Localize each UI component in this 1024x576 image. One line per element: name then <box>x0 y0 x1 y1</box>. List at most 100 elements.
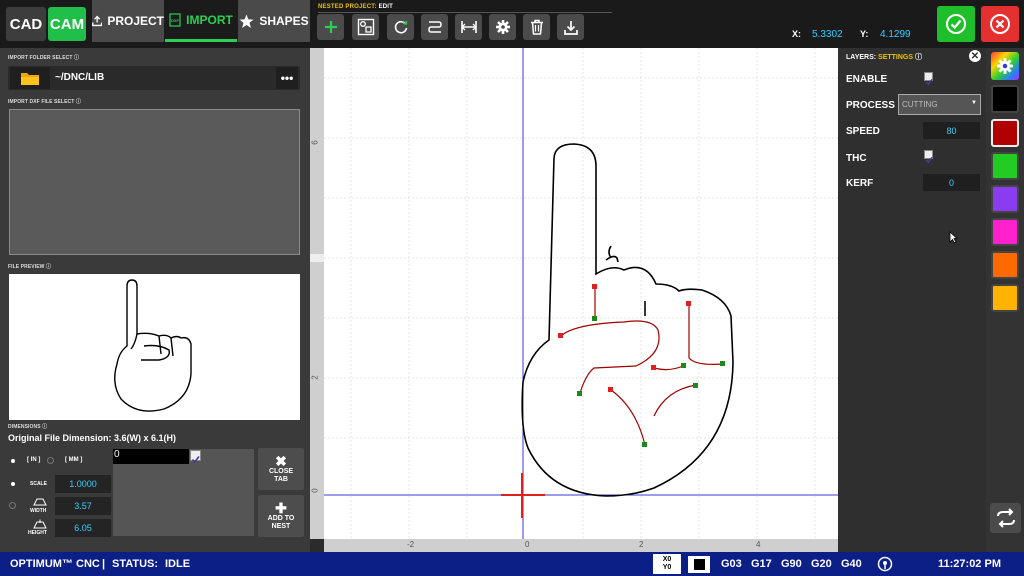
thc-label: THC <box>846 153 867 164</box>
kerf-label: KERF <box>846 178 874 189</box>
hand-preview-graphic <box>114 279 192 412</box>
checkmark-icon <box>191 456 200 464</box>
thc-checkbox[interactable] <box>924 150 933 164</box>
close-tab-button[interactable]: ✖ CLOSE TAB <box>258 448 304 490</box>
settings-label: SETTINGS <box>878 54 914 61</box>
horizontal-ruler: -2 0 2 4 <box>324 539 838 552</box>
layer-swatch-black[interactable] <box>991 85 1019 113</box>
checkmark-icon <box>925 78 933 86</box>
layer-swatch-green[interactable] <box>991 152 1019 180</box>
y-tick-label: 2 <box>310 375 320 380</box>
canvas-grid <box>324 48 838 539</box>
close-settings-button[interactable]: ✕ <box>969 50 981 62</box>
cad-mode-button[interactable]: CAD <box>6 7 46 41</box>
speed-input[interactable]: 80 <box>923 122 980 139</box>
add-to-nest-label-1: ADD TO <box>267 515 295 522</box>
status-separator: | <box>102 558 106 570</box>
tab-shapes-label: SHAPES <box>259 14 309 28</box>
gear-icon <box>495 20 510 34</box>
process-select[interactable]: CUTTING ▼ <box>898 94 981 115</box>
file-preview <box>9 274 300 420</box>
top-toolbar: CAD CAM PROJECT DXF IMPORT SHAPES NESTED… <box>0 0 1024 48</box>
dxf-file-list[interactable] <box>9 109 300 255</box>
layer-settings-panel: LAYERS: SETTINGS ⓘ ✕ ENABLE PROCESS CUTT… <box>838 48 986 552</box>
layer-swatch-yellow[interactable] <box>991 284 1019 312</box>
confirm-button[interactable] <box>937 6 975 42</box>
nest-layout-button[interactable] <box>352 14 379 40</box>
tab-shapes[interactable]: SHAPES <box>238 0 310 42</box>
unit-in-radio[interactable] <box>11 459 15 463</box>
layer-swatch-pink[interactable] <box>991 218 1019 246</box>
layer-swatch-orange[interactable] <box>991 251 1019 279</box>
close-circle-icon <box>990 14 1010 34</box>
status-bar: OPTIMUM™ CNC | STATUS: IDLE X0 Y0 G03 G17… <box>0 552 1024 576</box>
xy-zero-button[interactable]: X0 Y0 <box>653 554 681 574</box>
file-preview-label: FILE PREVIEW ⓘ <box>8 264 52 270</box>
close-icon: ✖ <box>275 453 287 469</box>
stop-button[interactable] <box>688 556 710 573</box>
original-dimension: Original File Dimension: 3.6(W) x 6.1(H) <box>8 433 177 443</box>
cancel-button[interactable] <box>981 6 1019 42</box>
rotate-button[interactable] <box>387 14 414 40</box>
delete-button[interactable] <box>523 14 550 40</box>
swap-button[interactable] <box>990 503 1021 533</box>
clock-time: 11:27:02 PM <box>938 558 1001 570</box>
layer-swatch-purple[interactable] <box>991 185 1019 213</box>
stop-square-icon <box>693 559 705 570</box>
size-radio[interactable] <box>9 502 16 509</box>
width-input[interactable]: 3.57 <box>55 497 111 515</box>
dxf-file-icon: DXF <box>169 12 181 27</box>
enable-checkbox[interactable] <box>924 72 933 86</box>
spacing-button[interactable] <box>455 14 482 40</box>
scale-input[interactable]: 1.0000 <box>55 475 111 493</box>
process-value: CUTTING <box>902 100 938 109</box>
width-label: WIDTH <box>30 508 47 514</box>
tab-import[interactable]: DXF IMPORT <box>165 0 237 42</box>
unit-mm-label: [ MM ] <box>65 457 83 463</box>
layer-color-column <box>986 48 1024 552</box>
option-checkbox[interactable] <box>190 450 201 464</box>
plus-icon: ✚ <box>275 500 287 516</box>
add-part-button[interactable] <box>317 14 344 40</box>
cam-mode-button[interactable]: CAM <box>48 7 86 41</box>
file-preview-label-text: FILE PREVIEW <box>8 264 45 270</box>
settings-button[interactable] <box>489 14 516 40</box>
scale-radio[interactable] <box>11 482 15 486</box>
folder-button[interactable] <box>10 67 50 89</box>
drawing-canvas[interactable] <box>324 48 838 539</box>
dimensions-label: DIMENSIONS ⓘ <box>8 424 48 430</box>
browse-more-button[interactable]: ••• <box>276 67 298 89</box>
enable-label: ENABLE <box>846 74 888 85</box>
x-tick-label: 0 <box>525 540 530 549</box>
x-tick-label: 4 <box>756 540 761 549</box>
layer-swatch-red[interactable] <box>991 119 1019 147</box>
gear-icon <box>997 58 1013 74</box>
location-pin-icon <box>877 556 893 572</box>
height-icon <box>33 519 47 529</box>
kerf-input[interactable]: 0 <box>923 174 980 191</box>
x-tick-label: 2 <box>639 540 644 549</box>
svg-text:DXF: DXF <box>171 18 180 23</box>
y-coord-label: Y: <box>860 29 869 39</box>
star-icon <box>239 14 254 28</box>
y-tick-label: 6 <box>310 140 320 145</box>
add-to-nest-button[interactable]: ✚ ADD TO NEST <box>258 495 304 537</box>
folder-select[interactable]: ~/DNC/LIB ••• <box>8 66 300 90</box>
unit-mm-radio[interactable] <box>47 457 54 464</box>
tab-project[interactable]: PROJECT <box>92 0 164 42</box>
lead-in-button[interactable] <box>421 14 448 40</box>
tab-import-label: IMPORT <box>186 12 233 27</box>
height-input[interactable]: 6.05 <box>55 519 111 537</box>
number-entry[interactable]: 0 <box>113 449 189 464</box>
vertical-ruler: 0 2 4 6 <box>310 48 324 539</box>
trash-icon <box>530 19 543 35</box>
dropdown-caret-icon: ▼ <box>971 100 977 106</box>
download-button[interactable] <box>557 14 584 40</box>
speed-label: SPEED <box>846 126 880 137</box>
y-coord-value: 4.1299 <box>880 29 911 40</box>
brand-name: OPTIMUM™ CNC <box>10 558 100 570</box>
layer-settings-swatch[interactable] <box>991 52 1019 80</box>
nested-divider <box>318 12 612 13</box>
nested-mode: EDIT <box>378 4 394 10</box>
dxf-select-label-text: IMPORT DXF FILE SELECT <box>8 99 75 105</box>
